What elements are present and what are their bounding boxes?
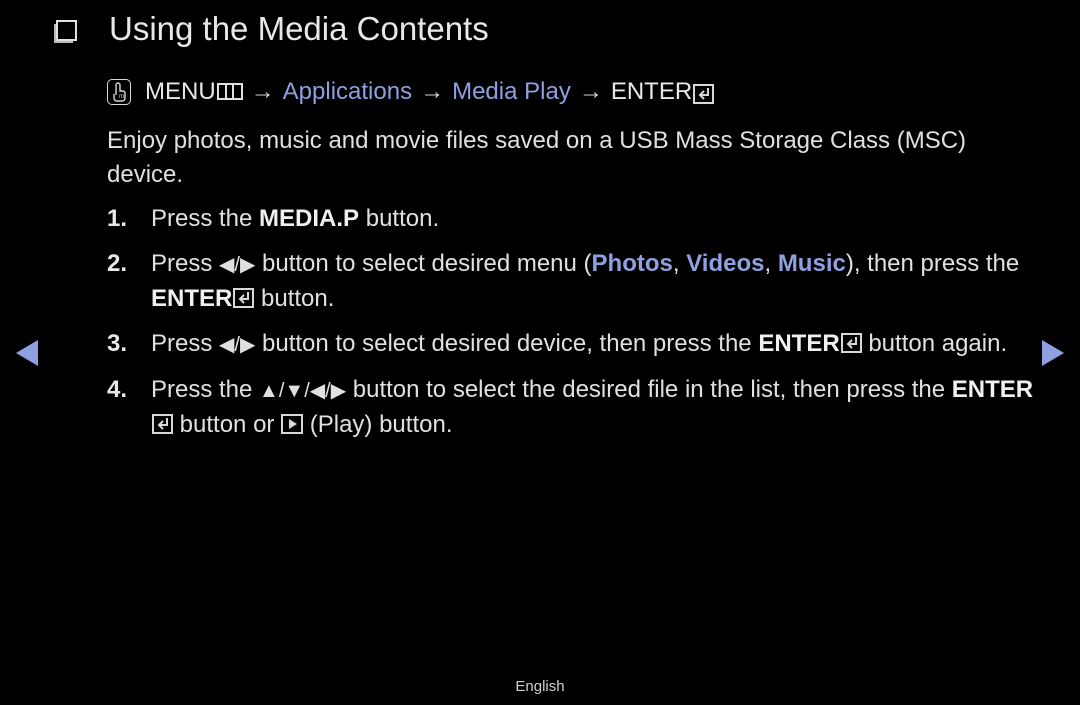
step-item: 4. Press the ▲/▼/◀/▶ button to select th… [107, 373, 1037, 442]
step-text: Press [151, 330, 220, 357]
svg-text:m: m [119, 94, 124, 100]
step-text: ), then press the [845, 250, 1020, 277]
enter-button-label: ENTER [951, 376, 1034, 403]
photos-option[interactable]: Photos [592, 250, 673, 277]
enter-icon [840, 333, 862, 353]
separator: , [764, 250, 778, 277]
step-text: Press the [151, 205, 260, 232]
next-page-arrow-icon[interactable] [1042, 340, 1064, 366]
menu-icon [216, 82, 243, 100]
enter-icon [693, 84, 715, 104]
step-text: button to select desired menu ( [255, 250, 592, 277]
page-title: Using the Media Contents [56, 10, 489, 48]
previous-page-arrow-icon[interactable] [16, 340, 38, 366]
enter-icon [233, 288, 255, 308]
step-text: button to select desired device, then pr… [255, 330, 759, 357]
step-text: button again. [861, 330, 1008, 357]
intro-paragraph: Enjoy photos, music and movie files save… [107, 127, 967, 188]
step-number: 1. [107, 205, 128, 232]
step-text: Press [151, 250, 220, 277]
music-option[interactable]: Music [778, 250, 846, 277]
menu-label: MENU [145, 78, 216, 105]
applications-link[interactable]: Applications [283, 78, 412, 106]
step-number: 2. [107, 250, 128, 277]
enter-icon [152, 414, 173, 434]
left-right-arrows-icon: ◀/▶ [219, 254, 256, 276]
page-title-text: Using the Media Contents [109, 10, 489, 47]
videos-option[interactable]: Videos [686, 250, 764, 277]
step-text: button or [173, 411, 282, 438]
step-number: 4. [107, 376, 128, 403]
step-text: Press the [151, 376, 260, 403]
path-arrow: → [578, 78, 603, 105]
enter-label: ENTER [610, 78, 693, 105]
step-text: button. [359, 205, 440, 232]
steps-list: 1. Press the MEDIA.P button. 2. Press ◀/… [107, 202, 1037, 453]
direction-arrows-icon: ▲/▼/◀/▶ [259, 380, 347, 402]
menu-path: m MENU → Applications → Media Play → ENT… [107, 78, 715, 106]
step-item: 3. Press ◀/▶ button to select desired de… [107, 327, 1037, 362]
enter-button-label: ENTER [758, 330, 840, 357]
language-label: English [515, 678, 565, 695]
step-text: button. [254, 285, 335, 312]
checkbox-bullet-icon [56, 19, 77, 41]
step-number: 3. [107, 330, 128, 357]
touch-hand-icon: m [107, 79, 131, 105]
enter-button-label: ENTER [151, 285, 233, 312]
step-text: (Play) button. [303, 411, 453, 438]
media-p-button-label: MEDIA.P [259, 205, 360, 232]
step-item: 1. Press the MEDIA.P button. [107, 202, 1037, 236]
path-arrow: → [250, 78, 275, 105]
separator: , [672, 250, 687, 277]
left-right-arrows-icon: ◀/▶ [219, 334, 256, 356]
step-item: 2. Press ◀/▶ button to select desired me… [107, 247, 1037, 316]
play-icon [281, 414, 304, 434]
path-arrow: → [420, 78, 445, 105]
media-play-link[interactable]: Media Play [452, 78, 571, 106]
step-text: button to select the desired file in the… [346, 376, 952, 403]
